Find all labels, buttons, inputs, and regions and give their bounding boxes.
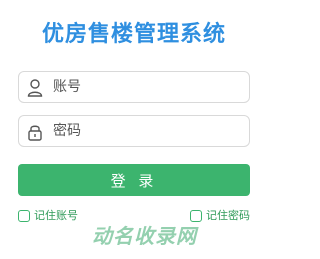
watermark: 动名收录网 <box>92 224 197 248</box>
checkbox-box[interactable] <box>18 210 30 222</box>
login-button[interactable]: 登 录 <box>18 164 250 196</box>
remember-account-label: 记住账号 <box>34 209 78 222</box>
account-field[interactable] <box>18 71 250 103</box>
remember-account-checkbox[interactable]: 记住账号 <box>18 208 78 224</box>
user-icon <box>27 79 43 97</box>
remember-password-checkbox[interactable]: 记住密码 <box>190 208 250 224</box>
page-title: 优房售楼管理系统 <box>41 22 226 47</box>
checkbox-box[interactable] <box>190 210 202 222</box>
remember-password-label: 记住密码 <box>206 209 250 222</box>
password-input[interactable] <box>53 120 243 142</box>
password-field[interactable] <box>18 115 250 147</box>
lock-icon <box>27 123 43 141</box>
account-input[interactable] <box>53 76 243 98</box>
